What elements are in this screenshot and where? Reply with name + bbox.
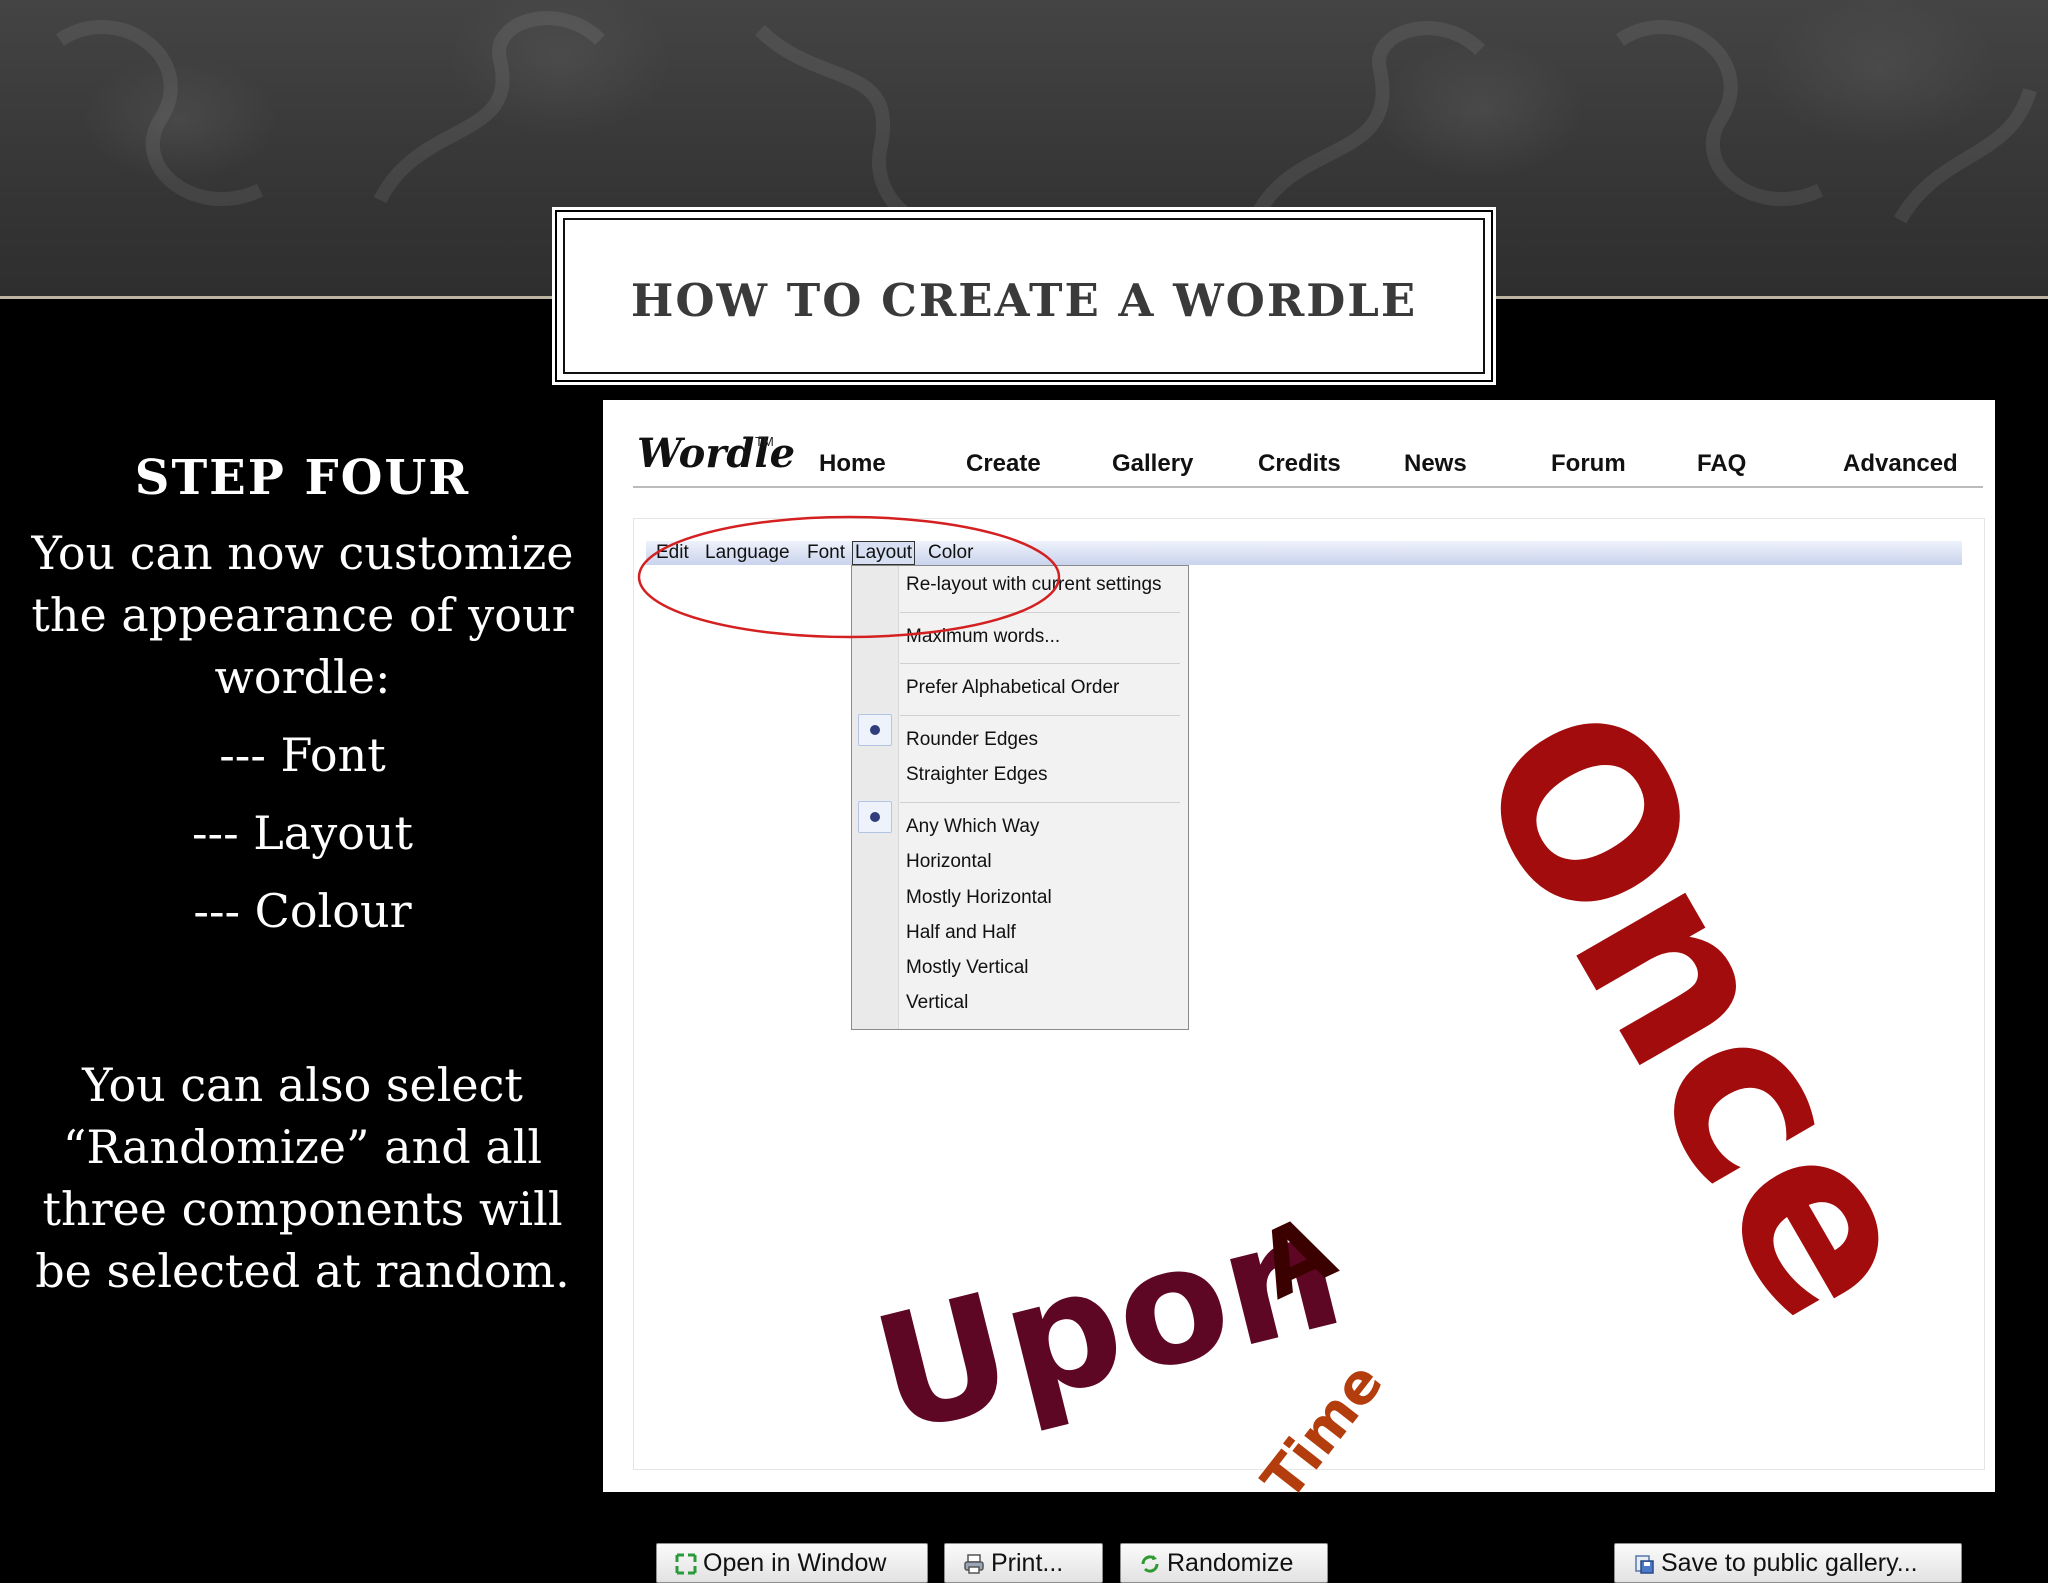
menu-separator [900, 802, 1180, 803]
step-heading: STEP FOUR [134, 450, 471, 506]
menu-item-vertical[interactable]: Vertical [906, 992, 968, 1014]
trademark-mark: TM [755, 434, 774, 449]
note-line: be selected at random. [35, 1244, 570, 1298]
nav-credits[interactable]: Credits [1258, 450, 1341, 478]
cloud-word-once: Once [1421, 663, 1979, 1362]
print-button[interactable]: Print... [944, 1543, 1103, 1583]
menu-item-mostly-horizontal[interactable]: Mostly Horizontal [906, 887, 1052, 909]
randomize-note: You can also select “Randomize” and all … [20, 1054, 585, 1302]
wordle-applet: Edit Language Font Layout Color Once Upo… [633, 515, 1985, 1583]
menu-separator [900, 715, 1180, 716]
open-in-window-button[interactable]: Open in Window [656, 1543, 928, 1583]
nav-news[interactable]: News [1404, 450, 1467, 478]
save-to-gallery-label: Save to public gallery... [1661, 1549, 1918, 1577]
menu-item-straighter-edges[interactable]: Straighter Edges [906, 764, 1048, 786]
note-line: You can also select [82, 1058, 523, 1112]
nav-create[interactable]: Create [966, 450, 1041, 478]
save-to-gallery-button[interactable]: Save to public gallery... [1614, 1543, 1962, 1583]
open-in-window-label: Open in Window [703, 1549, 887, 1577]
step-description: STEP FOUR You can now customize the appe… [20, 450, 585, 942]
note-line: three components will [42, 1182, 563, 1236]
title-box: HOW TO CREATE A WORDLE [555, 210, 1493, 382]
nav-divider [633, 486, 1983, 488]
menu-item-mostly-vertical[interactable]: Mostly Vertical [906, 957, 1028, 979]
radio-selected-icon [858, 801, 892, 833]
menu-item-rounder-edges[interactable]: Rounder Edges [906, 729, 1038, 751]
refresh-icon [1141, 1555, 1159, 1573]
expand-icon [675, 1553, 697, 1575]
highlight-oval [637, 515, 1061, 639]
radio-selected-icon [858, 714, 892, 746]
menu-separator [900, 663, 1180, 664]
intro-line: You can now customize [31, 526, 574, 580]
nav-advanced[interactable]: Advanced [1843, 450, 1958, 478]
nav-gallery[interactable]: Gallery [1112, 450, 1193, 478]
menu-item-any-which-way[interactable]: Any Which Way [906, 816, 1039, 838]
randomize-button[interactable]: Randomize [1120, 1543, 1328, 1583]
note-line: “Randomize” and all [62, 1120, 543, 1174]
save-icon [1635, 1555, 1654, 1574]
intro-line: the appearance of your [31, 588, 574, 642]
menu-item-half-and-half[interactable]: Half and Half [906, 922, 1016, 944]
option-font: --- Font [219, 728, 386, 782]
print-label: Print... [991, 1549, 1064, 1577]
slide-title: HOW TO CREATE A WORDLE [630, 274, 1418, 327]
intro-line: wordle: [214, 650, 391, 704]
nav-faq[interactable]: FAQ [1697, 450, 1746, 478]
option-colour: --- Colour [193, 884, 412, 938]
menu-item-horizontal[interactable]: Horizontal [906, 851, 992, 873]
printer-icon [964, 1554, 984, 1574]
wordle-screenshot: Wordle TM Home Create Gallery Credits Ne… [603, 400, 1995, 1583]
nav-forum[interactable]: Forum [1551, 450, 1626, 478]
randomize-label: Randomize [1167, 1549, 1294, 1577]
menu-item-alphabetical[interactable]: Prefer Alphabetical Order [906, 677, 1119, 699]
nav-home[interactable]: Home [819, 450, 886, 478]
option-layout: --- Layout [191, 806, 413, 860]
